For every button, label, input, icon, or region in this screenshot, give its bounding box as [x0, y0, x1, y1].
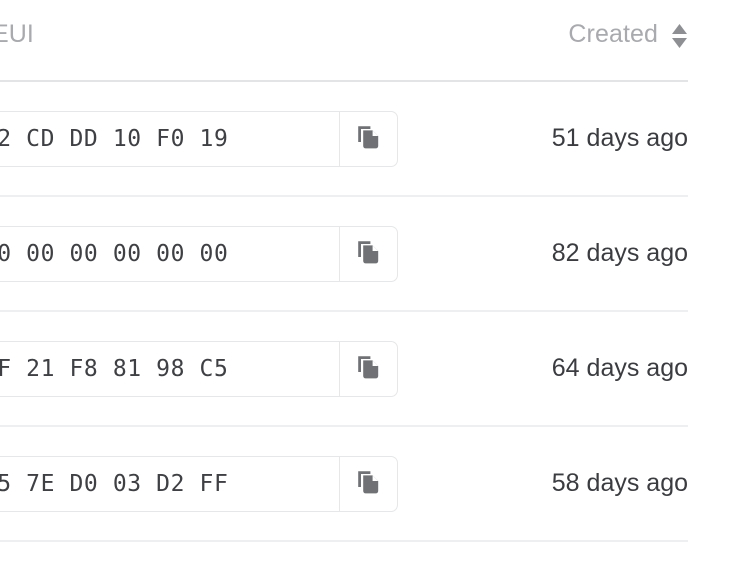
column-header-deveui[interactable]: EUI [0, 20, 34, 49]
cell-deveui [0, 341, 398, 397]
copy-deveui-button[interactable] [339, 112, 397, 166]
sort-updown-icon[interactable] [671, 23, 688, 49]
copy-deveui-button[interactable] [339, 457, 397, 511]
cell-created: 82 days ago [551, 239, 688, 267]
cell-created: 58 days ago [551, 469, 688, 497]
copy-icon [355, 239, 382, 269]
column-header-created[interactable]: Created [568, 20, 688, 49]
deveui-input-group [0, 456, 398, 512]
table-row: 51 days ago [0, 82, 736, 197]
cell-deveui [0, 111, 398, 167]
column-header-created-label: Created [568, 20, 658, 48]
deveui-input[interactable] [0, 342, 339, 396]
cell-deveui [0, 456, 398, 512]
cell-deveui [0, 226, 398, 282]
deveui-input[interactable] [0, 457, 339, 511]
deveui-input-group [0, 111, 398, 167]
table-row: 64 days ago [0, 312, 736, 427]
cell-created: 64 days ago [551, 354, 688, 382]
cell-created: 51 days ago [551, 124, 688, 152]
copy-icon [355, 124, 382, 154]
table-body: 51 days ago [0, 82, 736, 542]
copy-deveui-button[interactable] [339, 342, 397, 396]
deveui-input-group [0, 226, 398, 282]
deveui-table: EUI Created BE F2 CD DD 10 F0 19 51 days… [0, 0, 736, 566]
deveui-input[interactable] [0, 112, 339, 166]
table-row: 58 days ago [0, 427, 736, 542]
table-row: 82 days ago [0, 197, 736, 312]
copy-icon [355, 354, 382, 384]
copy-deveui-button[interactable] [339, 227, 397, 281]
deveui-input-group [0, 341, 398, 397]
table-header-row: EUI Created [0, 0, 736, 82]
copy-icon [355, 469, 382, 499]
deveui-input[interactable] [0, 227, 339, 281]
